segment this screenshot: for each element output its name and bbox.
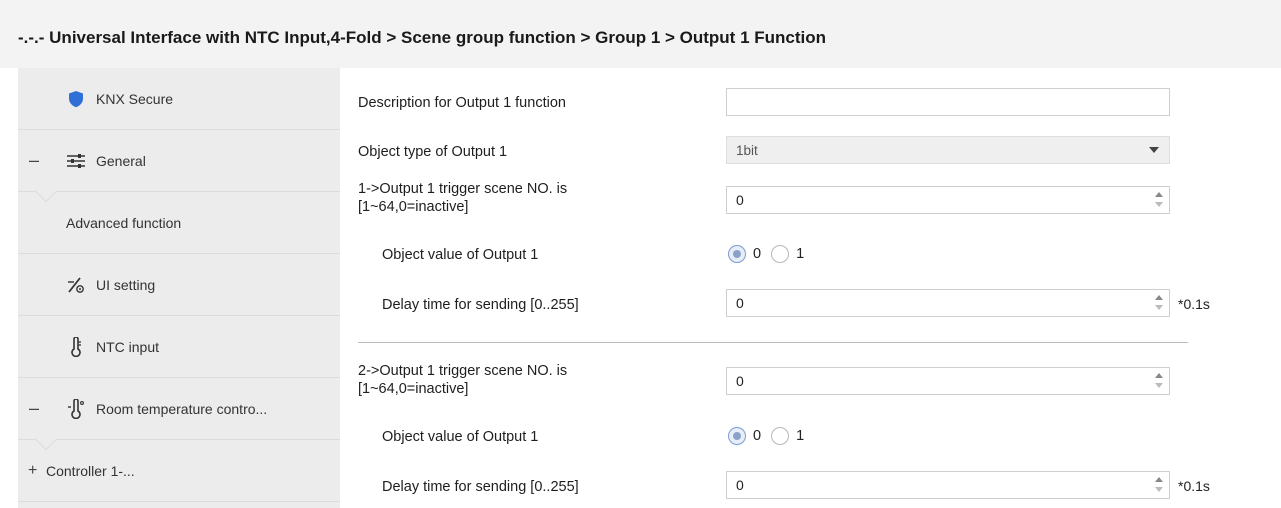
- scene1-trigger-input[interactable]: 0: [726, 186, 1170, 214]
- sidebar: KNX Secure – General Advanced function U…: [18, 68, 340, 508]
- chevron-down-icon: [1149, 147, 1159, 153]
- divider: [358, 342, 1188, 343]
- scene1-radio-0[interactable]: [728, 245, 746, 263]
- sidebar-item-general[interactable]: – General: [18, 130, 340, 203]
- radio-label: 0: [753, 246, 762, 262]
- expand-toggle[interactable]: +: [28, 462, 37, 480]
- object-type-label: Object type of Output 1: [358, 144, 508, 160]
- scene2-trigger-label: 2->Output 1 trigger scene NO. is [1~64,0…: [358, 362, 567, 398]
- scene2-delay-value: 0: [736, 477, 744, 493]
- scene1-trigger-label-line2: [1~64,0=inactive]: [358, 199, 469, 215]
- radio-label: 1: [796, 428, 805, 444]
- scene1-radio-1[interactable]: [771, 245, 790, 263]
- scene1-delay-label: Delay time for sending [0..255]: [382, 297, 579, 313]
- object-type-value: 1bit: [736, 142, 758, 158]
- sidebar-item-label: UI setting: [96, 276, 156, 293]
- sidebar-item-ui-setting[interactable]: UI setting: [18, 254, 340, 316]
- title-bar: -.-.- Universal Interface with NTC Input…: [0, 0, 1281, 68]
- scene2-trigger-label-line1: 2->Output 1 trigger scene NO. is: [358, 363, 568, 379]
- scene1-object-value-radios: 0 1: [728, 245, 814, 263]
- room-thermometer-icon: [66, 398, 86, 419]
- scene1-delay-input[interactable]: 0: [726, 289, 1170, 317]
- sidebar-item-room-temperature[interactable]: – Room temperature contro...: [18, 378, 340, 451]
- scene1-trigger-label: 1->Output 1 trigger scene NO. is [1~64,0…: [358, 180, 567, 216]
- scene2-trigger-input[interactable]: 0: [726, 367, 1170, 395]
- scene2-delay-label: Delay time for sending [0..255]: [382, 479, 579, 495]
- spinner-arrows-icon[interactable]: [1155, 476, 1163, 494]
- scene2-radio-1[interactable]: [771, 427, 790, 445]
- parameter-panel: Description for Output 1 function Object…: [340, 68, 1281, 508]
- description-input[interactable]: [726, 88, 1170, 116]
- shield-icon: [66, 89, 86, 109]
- spinner-arrows-icon[interactable]: [1155, 191, 1163, 209]
- sidebar-item-label: Advanced function: [66, 214, 182, 231]
- collapse-toggle[interactable]: –: [28, 150, 40, 171]
- scene2-object-value-label: Object value of Output 1: [382, 429, 539, 445]
- sidebar-item-label: General: [96, 152, 146, 169]
- scene2-delay-input[interactable]: 0: [726, 471, 1170, 499]
- scene2-trigger-label-line2: [1~64,0=inactive]: [358, 381, 469, 397]
- sidebar-item-ntc-input[interactable]: NTC input: [18, 316, 340, 378]
- sidebar-item-label: Room temperature contro...: [96, 400, 268, 417]
- scene1-delay-unit: *0.1s: [1178, 296, 1210, 312]
- scene1-trigger-value: 0: [736, 192, 744, 208]
- spinner-arrows-icon[interactable]: [1155, 372, 1163, 390]
- sidebar-item-controller-1[interactable]: + Controller 1-...: [18, 440, 340, 502]
- sidebar-item-advanced-function[interactable]: Advanced function: [18, 192, 340, 254]
- sidebar-item-label: NTC input: [96, 338, 160, 355]
- scene2-trigger-value: 0: [736, 373, 744, 389]
- object-type-select[interactable]: 1bit: [726, 136, 1170, 164]
- scene2-delay-unit: *0.1s: [1178, 478, 1210, 494]
- scene2-object-value-radios: 0 1: [728, 427, 814, 445]
- sidebar-item-label: Controller 1-...: [46, 462, 135, 479]
- radio-label: 0: [753, 428, 762, 444]
- description-label: Description for Output 1 function: [358, 95, 566, 111]
- radio-label: 1: [796, 246, 805, 262]
- scene1-object-value-label: Object value of Output 1: [382, 247, 539, 263]
- spinner-arrows-icon[interactable]: [1155, 294, 1163, 312]
- breadcrumb-title: -.-.- Universal Interface with NTC Input…: [18, 28, 827, 47]
- scene1-trigger-label-line1: 1->Output 1 trigger scene NO. is: [358, 181, 568, 197]
- thermometer-icon: [66, 336, 86, 357]
- sidebar-item-label: KNX Secure: [96, 90, 174, 107]
- scene1-delay-value: 0: [736, 295, 744, 311]
- sliders-icon: [66, 151, 86, 171]
- scene2-radio-0[interactable]: [728, 427, 746, 445]
- ui-setting-icon: [66, 275, 86, 295]
- sidebar-item-knx-secure[interactable]: KNX Secure: [18, 68, 340, 130]
- collapse-toggle[interactable]: –: [28, 398, 40, 419]
